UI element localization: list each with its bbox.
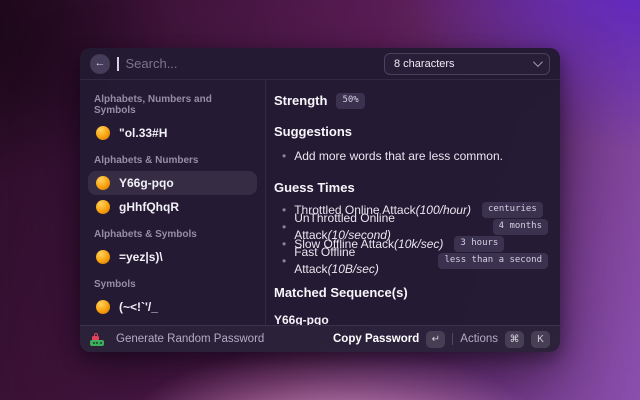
desktop-background: ← 8 characters Alphabets, Numbers and Sy… <box>0 0 640 400</box>
search-input[interactable] <box>126 56 378 71</box>
list-item-password[interactable]: =yez|s)\ <box>88 245 257 269</box>
password-text: =yez|s)\ <box>119 250 163 264</box>
chevron-down-icon <box>533 57 543 67</box>
command-key-icon: ⌘ <box>505 331 524 348</box>
copy-password-button[interactable]: Copy Password <box>333 333 419 345</box>
strength-badge: 50% <box>336 93 364 109</box>
attack-rate: (10B/sec) <box>328 262 379 276</box>
top-bar: ← 8 characters <box>80 48 560 80</box>
back-button[interactable]: ← <box>90 54 110 74</box>
back-arrow-icon: ← <box>95 58 106 69</box>
group-label: Symbols <box>94 279 251 290</box>
strength-section: Strength 50% <box>274 93 548 109</box>
bullet-icon <box>282 253 286 270</box>
matched-password: Y66g-pqo <box>274 313 548 325</box>
orange-circle-icon <box>96 250 110 264</box>
group-label: Alphabets, Numbers and Symbols <box>94 94 251 116</box>
password-list-sidebar: Alphabets, Numbers and Symbols "ol.33#H … <box>80 80 266 325</box>
guess-time-badge: centuries <box>482 202 543 218</box>
dropdown-value: 8 characters <box>394 58 455 70</box>
app-window: ← 8 characters Alphabets, Numbers and Sy… <box>80 48 560 352</box>
list-item-password[interactable]: (~<!`'/_ <box>88 295 257 319</box>
guess-time-row: UnThrottled Online Attack(10/second) 4 m… <box>274 219 548 236</box>
command-title: Generate Random Password <box>116 333 264 345</box>
list-item-password[interactable]: "ol.33#H <box>88 121 257 145</box>
attack-label: Fast Offline Attack(10B/sec) <box>294 244 427 278</box>
main-area: Alphabets, Numbers and Symbols "ol.33#H … <box>80 80 560 325</box>
list-item-password[interactable]: gHhfQhqR <box>88 195 257 219</box>
suggestion-item: Add more words that are less common. <box>274 148 548 165</box>
suggestions-heading: Suggestions <box>274 124 548 139</box>
password-length-dropdown[interactable]: 8 characters <box>384 53 550 75</box>
password-text: gHhfQhqR <box>119 200 179 214</box>
password-text: "ol.33#H <box>119 126 167 140</box>
guess-time-row: Fast Offline Attack(10B/sec) less than a… <box>274 253 548 270</box>
strength-heading: Strength <box>274 93 327 108</box>
guess-times-heading: Guess Times <box>274 180 548 195</box>
guess-time-badge: 4 months <box>493 219 548 235</box>
divider <box>452 333 453 345</box>
guess-time-badge: less than a second <box>438 253 548 269</box>
orange-circle-icon <box>96 200 110 214</box>
password-text: Y66g-pqo <box>119 176 174 190</box>
k-key-icon: K <box>531 331 550 348</box>
group-label: Alphabets & Symbols <box>94 229 251 240</box>
orange-circle-icon <box>96 300 110 314</box>
list-item-password-selected[interactable]: Y66g-pqo <box>88 171 257 195</box>
matched-sequences-heading: Matched Sequence(s) <box>274 285 548 300</box>
actions-button[interactable]: Actions <box>460 333 498 345</box>
guess-time-badge: 3 hours <box>454 236 504 252</box>
action-bar: Generate Random Password Copy Password ↵… <box>80 325 560 352</box>
suggestion-text: Add more words that are less common. <box>294 148 503 165</box>
bullet-icon <box>282 148 286 165</box>
group-label: Alphabets & Numbers <box>94 155 251 166</box>
bullet-icon <box>282 219 286 236</box>
enter-key-icon: ↵ <box>426 331 445 348</box>
orange-circle-icon <box>96 176 110 190</box>
password-generator-icon <box>90 332 107 347</box>
bullet-icon <box>282 236 286 253</box>
footer-actions: Copy Password ↵ Actions ⌘ K <box>333 331 550 348</box>
orange-circle-icon <box>96 126 110 140</box>
text-cursor <box>117 57 119 71</box>
guess-times-list: Throttled Online Attack(100/hour) centur… <box>274 202 548 270</box>
password-text: (~<!`'/_ <box>119 300 158 314</box>
bullet-icon <box>282 202 286 219</box>
password-detail-pane: Strength 50% Suggestions Add more words … <box>266 80 560 325</box>
